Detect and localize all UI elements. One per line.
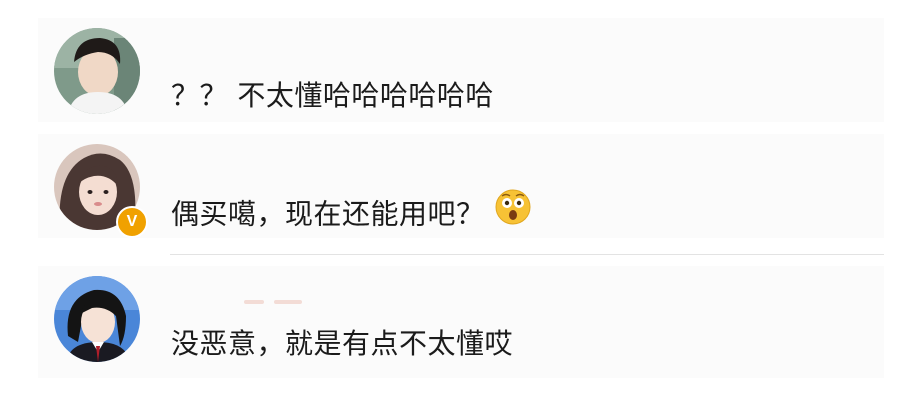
comment-item: ？？ 不太懂哈哈哈哈哈哈 (38, 18, 884, 122)
comment-text: 没恶意，就是有点不太懂哎 (171, 327, 514, 360)
faint-mark (244, 300, 264, 304)
faint-mark (274, 300, 302, 304)
divider (170, 254, 884, 255)
comment-item: 没恶意，就是有点不太懂哎 (38, 266, 884, 378)
avatar[interactable] (54, 276, 140, 362)
astonished-face-emoji (495, 189, 531, 236)
comment-text: ？？ 不太懂哈哈哈哈哈哈 (171, 79, 494, 112)
comment-text: 偶买噶，现在还能用吧？ (171, 189, 531, 239)
comment-list: ？？ 不太懂哈哈哈哈哈哈 V 偶买噶，现在还能用吧？ 没恶意，就是有点不太懂哎 (0, 0, 899, 408)
avatar[interactable] (54, 28, 140, 114)
comment-text-content: 偶买噶，现在还能用吧？ (171, 197, 485, 231)
comment-item: V 偶买噶，现在还能用吧？ (38, 134, 884, 238)
verified-badge: V (116, 206, 148, 238)
